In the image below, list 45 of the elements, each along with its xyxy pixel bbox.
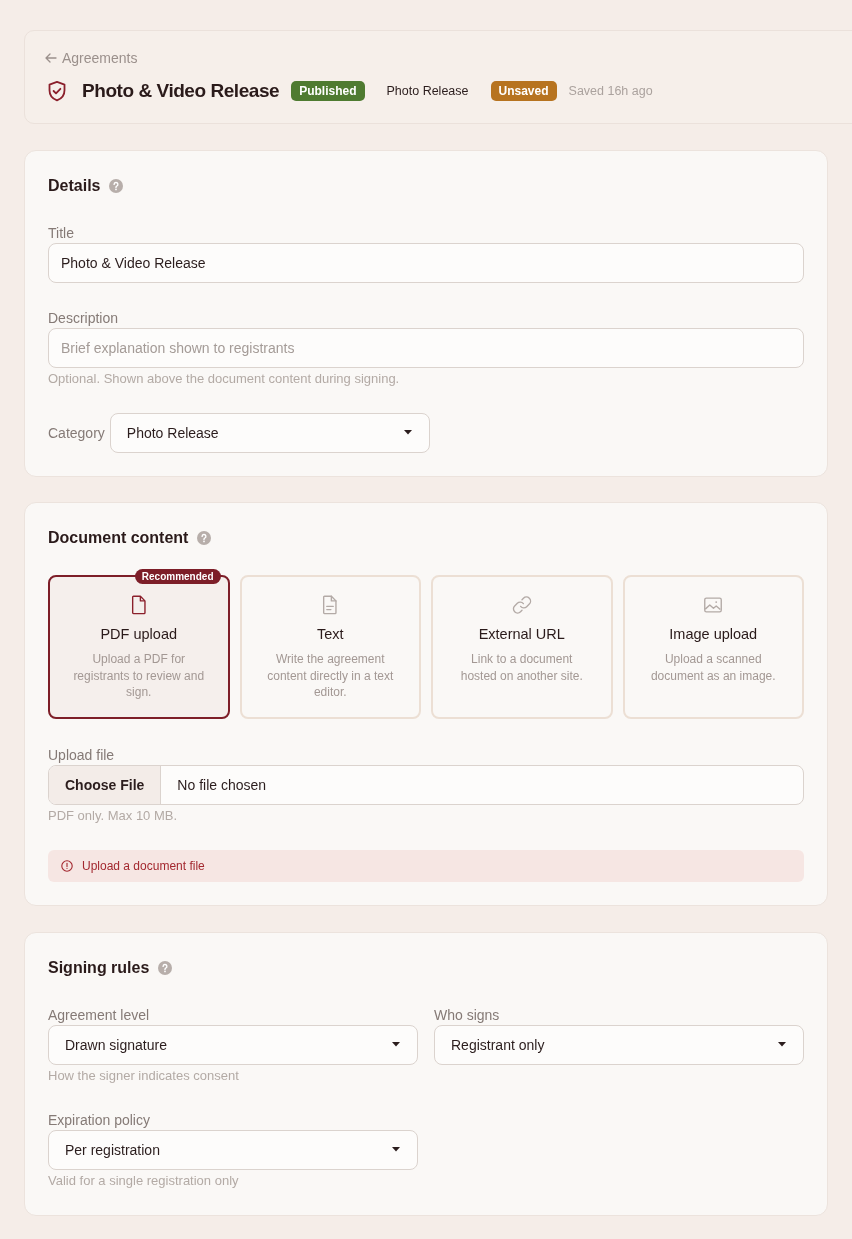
field-label: Expiration policy: [48, 1110, 151, 1129]
text-input[interactable]: Photo & Video Release: [48, 242, 804, 283]
field-label: Agreement level: [48, 1005, 151, 1024]
caret-icon: [403, 430, 412, 435]
shield-check-icon: [46, 80, 68, 102]
error-message: Upload a document file: [82, 859, 205, 873]
back-arrow-icon: [45, 53, 57, 63]
hint-text: Optional. Shown above the document content during signing.: [48, 370, 401, 387]
unsaved-badge: Unsaved: [490, 81, 557, 101]
hint-text: How the signer indicates consent: [48, 1067, 240, 1084]
help-icon: [158, 960, 173, 975]
dropdown-select[interactable]: Per registration: [48, 1129, 418, 1170]
caret-icon: [392, 1147, 400, 1152]
caret-icon: [392, 1042, 400, 1047]
category-select[interactable]: Photo Release: [109, 412, 430, 453]
section-heading: Document content: [48, 528, 189, 548]
text-input[interactable]: Brief explanation shown to registrants: [48, 327, 804, 368]
alert-icon: [61, 860, 73, 872]
page-title: Photo & Video Release: [82, 79, 280, 103]
help-icon: [109, 178, 124, 193]
field-label: Upload file: [48, 746, 116, 764]
field-label: Description: [48, 308, 120, 327]
content-type-option[interactable]: Text Write the agreement content directly in a text editor.: [239, 575, 421, 719]
link-icon: [510, 594, 533, 616]
image-icon: [702, 594, 725, 616]
file-status-text: No file chosen: [176, 776, 267, 795]
status-badge: Published: [291, 81, 365, 101]
hint-text: Valid for a single registration only: [48, 1172, 240, 1189]
category-text: Photo Release: [386, 84, 469, 98]
content-type-option[interactable]: External URL Link to a document hosted on another site.: [431, 575, 613, 719]
dropdown-select[interactable]: Drawn signature: [48, 1024, 418, 1065]
dropdown-select[interactable]: Registrant only: [434, 1024, 804, 1065]
help-icon: [197, 531, 212, 545]
field-label: Title: [48, 223, 75, 242]
saved-time: Saved 16h ago: [568, 84, 653, 98]
content-type-option[interactable]: Image upload Upload a scanned document as an image.: [622, 575, 804, 719]
hint-text: PDF only. Max 10 MB.: [48, 808, 179, 824]
file-input[interactable]: Choose File No file chosen: [48, 765, 804, 805]
field-label: Category: [48, 423, 105, 442]
section-heading: Signing rules: [48, 957, 150, 978]
field-label: Who signs: [434, 1005, 501, 1024]
section-heading: Details: [48, 175, 101, 196]
choose-file-button[interactable]: Choose File: [49, 766, 162, 804]
caret-icon: [778, 1042, 786, 1047]
recommended-badge: Recommended: [134, 569, 221, 584]
